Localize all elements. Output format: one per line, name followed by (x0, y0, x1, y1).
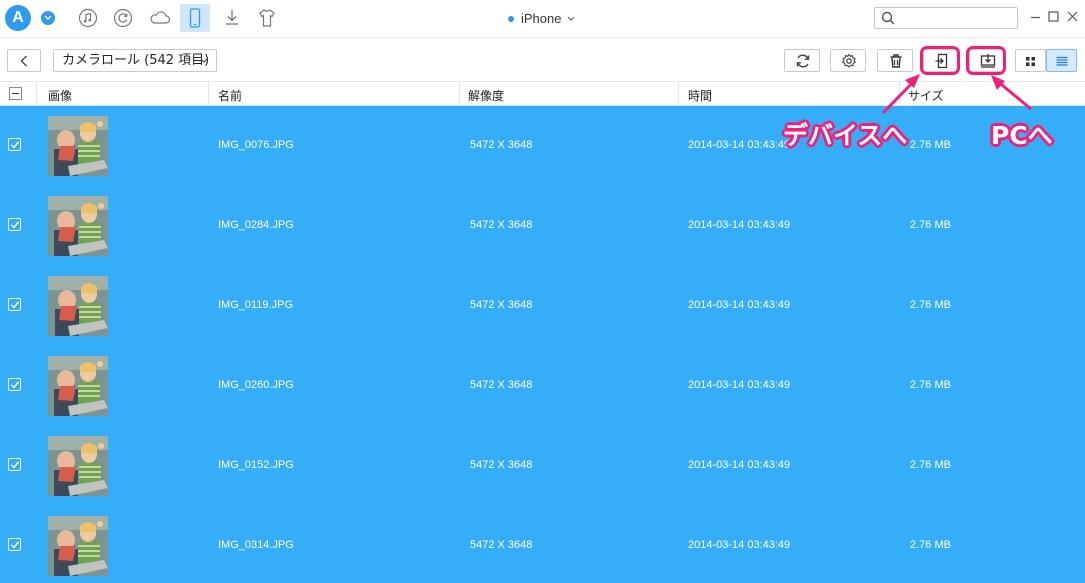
annotation-to-device: デバイスへ (783, 121, 908, 150)
app-logo[interactable]: A (5, 5, 31, 31)
app-window: A iPhone カメラロール (542 項目) 画像 名前 解像度 時間 サイ… (0, 0, 1085, 583)
row-checkbox[interactable] (8, 298, 21, 311)
column-divider (36, 82, 37, 106)
refresh-button[interactable] (784, 49, 820, 72)
back-button[interactable] (7, 49, 41, 72)
toolbar: カメラロール (542 項目) (0, 37, 1085, 81)
resolution: 5472 X 3648 (470, 139, 533, 151)
table-row[interactable]: IMG_0076.JPG 5472 X 3648 2014-03-14 03:4… (0, 106, 1085, 186)
header-name[interactable]: 名前 (218, 87, 242, 103)
phone-icon[interactable] (180, 4, 210, 32)
to-device-highlight (920, 46, 960, 75)
file-name: IMG_0314.JPG (218, 539, 294, 551)
album-selector[interactable]: カメラロール (542 項目) (53, 49, 217, 72)
photo-thumbnail (48, 516, 108, 576)
settings-icon (841, 53, 857, 68)
music-icon[interactable] (73, 4, 103, 32)
settings-button[interactable] (830, 49, 866, 72)
resolution: 5472 X 3648 (470, 299, 533, 311)
timestamp: 2014-03-14 03:43:49 (688, 139, 791, 151)
resolution: 5472 X 3648 (470, 459, 533, 471)
grid-view-icon (1026, 57, 1035, 66)
row-checkbox[interactable] (8, 138, 21, 151)
minimize-button[interactable] (1028, 9, 1044, 25)
resolution: 5472 X 3648 (470, 219, 533, 231)
device-selector[interactable]: iPhone (500, 10, 575, 27)
app-menu-dropdown[interactable] (41, 11, 55, 25)
header-resolution[interactable]: 解像度 (468, 87, 504, 103)
list-view-icon (1056, 56, 1068, 66)
row-checkbox[interactable] (8, 458, 21, 471)
table-row[interactable]: IMG_0152.JPG 5472 X 3648 2014-03-14 03:4… (0, 426, 1085, 506)
column-divider (899, 82, 900, 106)
header-size[interactable]: サイズ (908, 87, 944, 103)
photo-list: IMG_0076.JPG 5472 X 3648 2014-03-14 03:4… (0, 106, 1085, 583)
file-size: 2.76 MB (910, 459, 951, 471)
maximize-button[interactable] (1046, 9, 1062, 25)
resolution: 5472 X 3648 (470, 379, 533, 391)
cloud-icon[interactable] (144, 4, 174, 32)
download-icon[interactable] (217, 4, 247, 32)
row-checkbox[interactable] (8, 378, 21, 391)
timestamp: 2014-03-14 03:43:49 (688, 299, 791, 311)
file-name: IMG_0119.JPG (218, 299, 293, 311)
connected-dot (508, 15, 514, 22)
trash-icon (890, 54, 902, 68)
photo-thumbnail (48, 116, 108, 176)
timestamp: 2014-03-14 03:43:49 (688, 539, 791, 551)
photo-thumbnail (48, 356, 108, 416)
file-size: 2.76 MB (910, 139, 951, 151)
column-divider (459, 82, 460, 106)
chevron-down-icon (200, 58, 208, 63)
resolution: 5472 X 3648 (470, 539, 533, 551)
file-size: 2.76 MB (910, 299, 951, 311)
file-size: 2.76 MB (910, 539, 951, 551)
app-logo-letter: A (12, 9, 24, 26)
column-divider (678, 82, 679, 106)
delete-button[interactable] (877, 49, 913, 72)
close-button[interactable] (1065, 9, 1081, 25)
table-header: 画像 名前 解像度 時間 サイズ (0, 81, 1085, 106)
refresh-icon (796, 54, 810, 68)
file-name: IMG_0076.JPG (218, 139, 294, 151)
table-row[interactable]: IMG_0284.JPG 5472 X 3648 2014-03-14 03:4… (0, 186, 1085, 266)
photo-thumbnail (48, 436, 108, 496)
photo-thumbnail (48, 276, 108, 336)
timestamp: 2014-03-14 03:43:49 (688, 459, 791, 471)
search-icon (881, 11, 895, 25)
header-time[interactable]: 時間 (688, 87, 712, 103)
timestamp: 2014-03-14 03:43:49 (688, 219, 791, 231)
column-divider (208, 82, 209, 106)
list-view-button[interactable] (1046, 49, 1077, 72)
file-name: IMG_0284.JPG (218, 219, 294, 231)
shirt-icon[interactable] (252, 4, 282, 32)
table-row[interactable]: IMG_0260.JPG 5472 X 3648 2014-03-14 03:4… (0, 346, 1085, 426)
search-input[interactable] (899, 10, 1013, 26)
row-checkbox[interactable] (8, 538, 21, 551)
chevron-left-icon (20, 55, 27, 67)
timestamp: 2014-03-14 03:43:49 (688, 379, 791, 391)
device-name: iPhone (521, 11, 562, 26)
row-checkbox[interactable] (8, 218, 21, 231)
album-label: カメラロール (542 項目) (62, 53, 210, 68)
chevron-down-icon (568, 16, 575, 21)
table-row[interactable]: IMG_0314.JPG 5472 X 3648 2014-03-14 03:4… (0, 506, 1085, 583)
select-all-checkbox[interactable] (9, 87, 22, 100)
to-pc-highlight (966, 46, 1006, 75)
annotation-to-pc: PCへ (991, 121, 1053, 150)
title-bar: A iPhone (0, 0, 1085, 37)
file-name: IMG_0152.JPG (218, 459, 294, 471)
search-box[interactable] (874, 7, 1018, 29)
grid-view-button[interactable] (1015, 49, 1046, 72)
file-name: IMG_0260.JPG (218, 379, 294, 391)
header-image[interactable]: 画像 (48, 87, 72, 103)
photo-thumbnail (48, 196, 108, 256)
file-size: 2.76 MB (910, 219, 951, 231)
restore-icon[interactable] (108, 4, 138, 32)
table-row[interactable]: IMG_0119.JPG 5472 X 3648 2014-03-14 03:4… (0, 266, 1085, 346)
file-size: 2.76 MB (910, 379, 951, 391)
